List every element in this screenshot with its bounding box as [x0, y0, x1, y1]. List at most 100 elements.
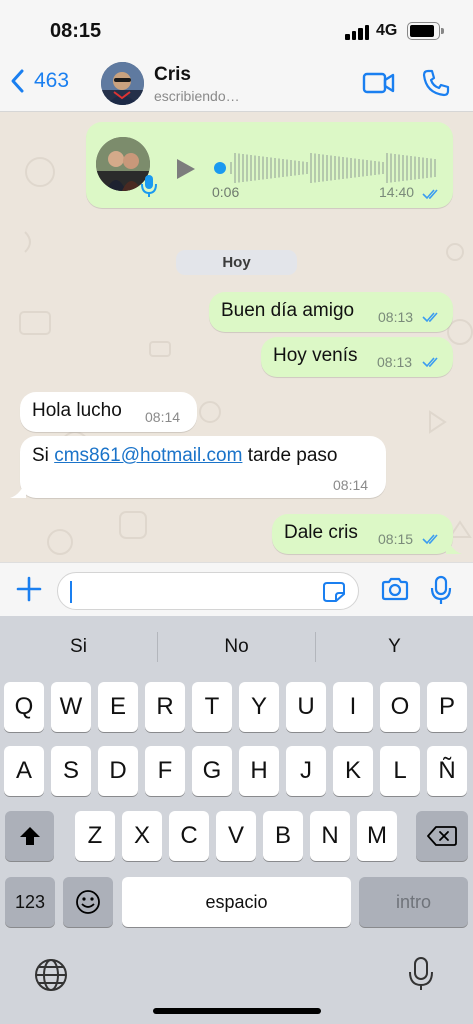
back-button[interactable]: 463	[8, 66, 69, 96]
chevron-left-icon	[11, 69, 24, 93]
waveform-bar	[238, 153, 240, 183]
key-u[interactable]: U	[286, 682, 326, 732]
emoji-icon	[76, 890, 100, 914]
key-b[interactable]: B	[263, 811, 303, 861]
key-ñ[interactable]: Ñ	[427, 746, 467, 796]
contact-avatar[interactable]	[101, 62, 144, 105]
outgoing-message[interactable]: Buen día amigo 08:13	[209, 292, 453, 332]
voice-note-button[interactable]	[430, 575, 452, 610]
typing-status: escribiendo…	[154, 88, 240, 104]
message-text: Buen día amigo	[221, 300, 355, 321]
sticker-button[interactable]	[322, 581, 346, 608]
space-key[interactable]: espacio	[122, 877, 351, 927]
dictation-button[interactable]	[408, 956, 434, 997]
key-v[interactable]: V	[216, 811, 256, 861]
key-j[interactable]: J	[286, 746, 326, 796]
waveform-bar	[414, 156, 416, 180]
key-k[interactable]: K	[333, 746, 373, 796]
waveform-bar	[258, 156, 260, 180]
waveform-bar	[434, 159, 436, 177]
attach-button[interactable]	[16, 575, 42, 608]
keyboard: Si No Y QWERTYUIOP ASDFGHJKLÑ ZXCVBNM 12…	[0, 616, 473, 1024]
mic-icon	[141, 175, 157, 197]
waveform-bar	[318, 154, 320, 182]
outgoing-message[interactable]: Hoy venís 08:13	[261, 337, 453, 377]
return-key[interactable]: intro	[359, 877, 468, 927]
waveform-bar	[422, 157, 424, 179]
waveform-bar	[310, 153, 312, 183]
waveform-bar	[406, 155, 408, 181]
waveform-bar	[246, 154, 248, 182]
key-n[interactable]: N	[310, 811, 350, 861]
message-input[interactable]	[57, 572, 359, 610]
voice-call-button[interactable]	[421, 68, 451, 103]
waveform-bar	[294, 160, 296, 176]
message-suffix: tarde paso	[242, 445, 338, 466]
video-call-button[interactable]	[362, 68, 396, 103]
email-link[interactable]: cms861@hotmail.com	[54, 445, 242, 466]
suggestion-2[interactable]: No	[158, 636, 315, 658]
key-q[interactable]: Q	[4, 682, 44, 732]
camera-button[interactable]	[381, 577, 409, 606]
key-l[interactable]: L	[380, 746, 420, 796]
day-separator: Hoy	[176, 250, 297, 275]
key-d[interactable]: D	[98, 746, 138, 796]
key-a[interactable]: A	[4, 746, 44, 796]
numbers-key[interactable]: 123	[5, 877, 55, 927]
key-h[interactable]: H	[239, 746, 279, 796]
double-check-icon	[422, 312, 438, 323]
chat-area[interactable]: 0:06 14:40 Hoy Buen día amigo 08:13 Hoy …	[0, 112, 473, 562]
waveform-bar	[378, 161, 380, 175]
emoji-key[interactable]	[63, 877, 113, 927]
suggestion-1[interactable]: Si	[0, 636, 157, 658]
waveform-bar	[290, 160, 292, 176]
key-g[interactable]: G	[192, 746, 232, 796]
key-t[interactable]: T	[192, 682, 232, 732]
double-check-icon	[422, 189, 438, 200]
backspace-key[interactable]	[416, 811, 468, 861]
key-o[interactable]: O	[380, 682, 420, 732]
waveform-bar	[374, 161, 376, 175]
waveform-bar	[346, 157, 348, 179]
playhead-dot[interactable]	[214, 162, 226, 174]
shift-key[interactable]	[5, 811, 54, 861]
waveform-bar	[370, 160, 372, 176]
message-text: Si cms861@hotmail.com tarde paso	[32, 445, 338, 467]
key-y[interactable]: Y	[239, 682, 279, 732]
key-m[interactable]: M	[357, 811, 397, 861]
backspace-icon	[427, 826, 457, 846]
key-c[interactable]: C	[169, 811, 209, 861]
incoming-message[interactable]: Si cms861@hotmail.com tarde paso 08:14	[20, 436, 386, 498]
message-time: 08:14	[145, 409, 181, 425]
signal-icon	[345, 24, 371, 40]
waveform-bar	[334, 156, 336, 180]
suggestion-3[interactable]: Y	[316, 636, 473, 658]
status-bar: 08:15 4G	[0, 0, 473, 56]
waveform-bar	[330, 155, 332, 181]
message-time: 14:40	[379, 184, 415, 200]
key-z[interactable]: Z	[75, 811, 115, 861]
waveform-bar	[250, 155, 252, 181]
voice-waveform[interactable]	[212, 150, 438, 186]
incoming-message[interactable]: Hola lucho 08:14	[20, 392, 197, 432]
message-time: 08:15	[378, 531, 414, 547]
play-icon[interactable]	[174, 158, 196, 180]
key-f[interactable]: F	[145, 746, 185, 796]
message-composer	[0, 562, 473, 616]
contact-name[interactable]: Cris	[154, 64, 191, 86]
message-prefix: Si	[32, 445, 55, 466]
key-x[interactable]: X	[122, 811, 162, 861]
home-indicator[interactable]	[153, 1008, 321, 1014]
outgoing-message[interactable]: Dale cris 08:15	[272, 514, 453, 554]
globe-button[interactable]	[34, 958, 68, 997]
key-i[interactable]: I	[333, 682, 373, 732]
key-e[interactable]: E	[98, 682, 138, 732]
voice-message[interactable]: 0:06 14:40	[86, 122, 453, 208]
key-s[interactable]: S	[51, 746, 91, 796]
waveform-bar	[402, 155, 404, 181]
key-r[interactable]: R	[145, 682, 185, 732]
key-p[interactable]: P	[427, 682, 467, 732]
sticker-icon	[323, 582, 345, 602]
status-time: 08:15	[50, 20, 102, 42]
key-w[interactable]: W	[51, 682, 91, 732]
